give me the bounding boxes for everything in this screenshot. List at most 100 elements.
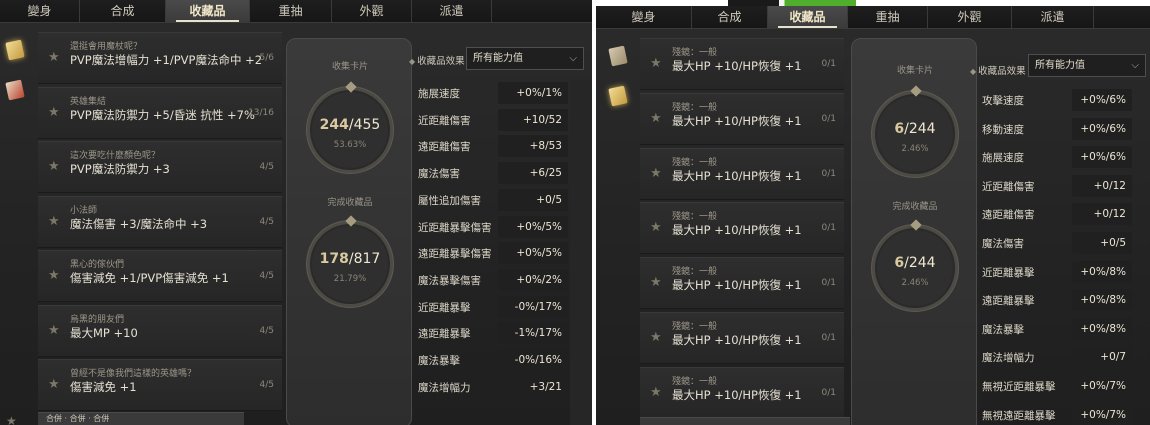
card-count: 244 <box>319 117 349 133</box>
list-item[interactable]: ★ 殘鏡：一般 最大HP +10/HP恢復 +1 0/1 <box>640 92 844 145</box>
star-icon[interactable]: ★ <box>48 214 60 229</box>
done-total: 817 <box>353 251 381 267</box>
stat-row: 遠距離傷害 +8/53 <box>416 133 568 159</box>
stat-row: 遠距離暴擊 +0%/8% <box>980 287 1132 313</box>
star-icon[interactable]: ★ <box>650 166 662 181</box>
filter-label: ◆ 收藏品效果 <box>409 56 465 67</box>
stat-name: 遠距離傷害 <box>982 209 1035 222</box>
stat-row: 魔法增幅力 +0/7 <box>980 344 1132 370</box>
stat-row: 魔法暴擊傷害 +0%/2% <box>416 267 568 293</box>
done-percent: 21.79% <box>333 274 367 284</box>
list-item[interactable]: ★ 殘鏡：一般 最大HP +10/HP恢復 +1 0/1 <box>640 312 844 364</box>
stat-value: +0/12 <box>1072 174 1132 197</box>
star-icon[interactable]: ★ <box>48 377 60 392</box>
star-icon[interactable]: ★ <box>48 50 60 65</box>
star-icon[interactable]: ★ <box>48 159 60 174</box>
item-count: 0/1 <box>821 113 836 124</box>
stat-row: 屬性追加傷害 +0/5 <box>416 187 568 213</box>
item-title: 還挺會用魔杖呢？ <box>70 42 143 52</box>
item-effect: 最大HP +10/HP恢復 +1 <box>672 223 802 238</box>
list-item[interactable]: ★ 英雄集結 PVP魔法防禦力 +5/昏迷 抗性 +7% 13/16 <box>38 86 282 139</box>
card-total: 244 <box>908 121 936 137</box>
stat-name: 近距離傷害 <box>418 114 471 127</box>
list-item[interactable]: ★ 曾經不是像我們這樣的英雄嗎？ 傷害減免 +1 4/5 <box>38 359 282 411</box>
stat-value: -1%/17% <box>498 322 568 345</box>
done-total: 244 <box>908 255 936 271</box>
list-item[interactable]: ★ 還挺會用魔杖呢？ PVP魔法增幅力 +1/PVP魔法命中 +2 5/6 <box>38 32 282 84</box>
item-title: 這次要吃什麼顏色呢？ <box>70 151 161 161</box>
item-count: 0/1 <box>821 387 836 398</box>
list-item[interactable]: ★ 殘鏡：一般 最大HP +10/HP恢復 +1 0/1 <box>640 366 844 419</box>
stat-value: +0%/2% <box>498 268 568 291</box>
stat-value: +0/5 <box>1072 232 1132 254</box>
stat-name: 魔法暴擊 <box>982 323 1024 336</box>
stat-name: 遠距離暴擊傷害 <box>418 248 492 261</box>
stat-value: +0%/7% <box>1072 375 1132 397</box>
stat-row: 無視遠距離暴擊 +0%/7% <box>980 402 1132 425</box>
star-icon[interactable]: ★ <box>48 268 60 283</box>
chevron-down-icon: ⌵ <box>569 53 577 64</box>
stat-value: +0%/6% <box>1072 89 1132 111</box>
collection-book-icon[interactable] <box>5 39 25 61</box>
star-icon[interactable]: ★ <box>650 330 662 345</box>
star-icon[interactable]: ★ <box>48 323 60 338</box>
filter-dropdown[interactable]: 所有能力值 ⌵ <box>466 47 584 70</box>
tab-0[interactable]: 變身 <box>596 6 692 29</box>
stat-value: +0%/6% <box>1072 117 1132 140</box>
done-count: 178 <box>319 251 349 267</box>
stat-row: 近距離傷害 +10/52 <box>416 107 568 133</box>
stat-value: +0/12 <box>1072 203 1132 226</box>
card-progress-ring: 6/244 2.46% <box>872 85 958 177</box>
tab-1[interactable]: 合成 <box>692 6 768 29</box>
item-effect: 最大HP +10/HP恢復 +1 <box>672 333 802 347</box>
tab-2[interactable]: 收藏品 <box>768 6 848 29</box>
item-count: 0/1 <box>821 168 836 179</box>
right-tab-bar: 變身 合成 收藏品 重抽 外觀 派遣 <box>596 6 1150 29</box>
star-icon[interactable]: ★ <box>650 220 662 235</box>
item-effect: 傷害減免 +1/PVP傷害減免 +1 <box>70 271 229 285</box>
star-icon[interactable]: ★ <box>48 105 60 120</box>
tab-2[interactable]: 收藏品 <box>166 0 250 23</box>
star-icon[interactable]: ★ <box>650 275 662 290</box>
tab-5[interactable]: 派遣 <box>412 0 492 23</box>
item-effect: 最大MP +10 <box>70 325 138 340</box>
tab-4[interactable]: 外觀 <box>332 0 412 23</box>
star-icon[interactable]: ★ <box>650 385 662 400</box>
collection-book-dim-icon[interactable] <box>608 45 628 67</box>
right-bottom-bar <box>640 417 850 425</box>
item-count: 4/5 <box>259 325 274 336</box>
stat-row: 施展速度 +0%/6% <box>980 144 1132 170</box>
collection-book-alt-icon[interactable] <box>5 79 25 101</box>
tab-3[interactable]: 重抽 <box>848 6 928 29</box>
list-item[interactable]: ★ 殘鏡：一般 最大HP +10/HP恢復 +1 0/1 <box>640 257 844 310</box>
collect-card-title: 收集卡片 <box>331 62 368 72</box>
tab-1[interactable]: 合成 <box>80 0 166 23</box>
list-item[interactable]: ★ 殘鏡：一般 最大HP +10/HP恢復 +1 0/1 <box>640 38 844 90</box>
list-item[interactable]: ★ 殘鏡：一般 最大HP +10/HP恢復 +1 0/1 <box>640 202 844 255</box>
list-item[interactable]: ★ 殘鏡：一般 最大HP +10/HP恢復 +1 0/1 <box>640 147 844 200</box>
tab-3[interactable]: 重抽 <box>250 0 332 23</box>
stat-name: 遠距離暴擊 <box>418 328 471 341</box>
star-icon[interactable]: ★ <box>650 111 662 126</box>
stat-value: +3/21 <box>498 375 568 398</box>
card-progress-ring: 244/455 53.63% <box>307 81 393 173</box>
stat-value: +0%/6% <box>1072 146 1132 169</box>
tab-0[interactable]: 變身 <box>0 0 80 23</box>
list-item[interactable]: ★ 小法師 魔法傷害 +3/魔法命中 +3 4/5 <box>38 195 282 248</box>
stat-row: 魔法暴擊 -0%/16% <box>416 347 568 373</box>
right-collection-list: ★ 殘鏡：一般 最大HP +10/HP恢復 +1 0/1 ★ 殘鏡：一般 最大HP +10/… <box>640 38 844 419</box>
list-item[interactable]: ★ 黑心的傢伙們 傷害減免 +1/PVP傷害減免 +1 4/5 <box>38 250 282 302</box>
tab-5[interactable]: 派遣 <box>1012 6 1094 29</box>
list-item[interactable]: ★ 烏黑的朋友們 最大MP +10 4/5 <box>38 304 282 357</box>
star-icon[interactable]: ★ <box>650 56 662 71</box>
list-item[interactable]: ★ 這次要吃什麼顏色呢？ PVP魔法防禦力 +3 4/5 <box>38 141 282 193</box>
item-title: 殘鏡：一般 <box>672 267 718 278</box>
collection-book-active-icon[interactable] <box>608 85 628 107</box>
left-collection-list: ★ 還挺會用魔杖呢？ PVP魔法增幅力 +1/PVP魔法命中 +2 5/6 ★ 英雄集結 P… <box>38 32 282 412</box>
tab-4[interactable]: 外觀 <box>928 6 1012 29</box>
stat-name: 移動速度 <box>982 123 1024 136</box>
stat-name: 攻擊速度 <box>982 95 1024 107</box>
filter-dropdown[interactable]: 所有能力值 ⌵ <box>1028 54 1146 77</box>
item-effect: 傷害減免 +1 <box>70 380 137 394</box>
done-progress-ring: 6/244 2.46% <box>872 219 958 311</box>
